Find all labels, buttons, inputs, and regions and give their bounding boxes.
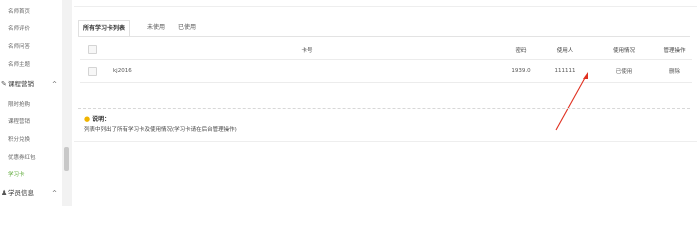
col-password: 密码 <box>503 40 539 60</box>
sidebar-item[interactable]: 名师首页 <box>0 6 62 18</box>
lightbulb-icon: ● <box>84 115 91 123</box>
tab-unused[interactable]: 未使用 <box>147 20 165 36</box>
sidebar-item[interactable]: 优惠券红包 <box>0 152 62 164</box>
divider <box>74 141 697 142</box>
sidebar-item[interactable]: 名师问答 <box>0 41 62 53</box>
scrollbar-thumb[interactable] <box>64 147 69 171</box>
sidebar-item[interactable]: 课程营销 <box>0 116 62 128</box>
col-card-no: 卡号 <box>111 40 503 60</box>
row-checkbox[interactable] <box>88 66 97 76</box>
sidebar: 名师首页 名师评价 名师问答 名师主题 ✎ 课程营销 ^ 限时抢购 课程营销 积… <box>0 0 62 206</box>
card-no-cell: kj2016 <box>111 59 503 83</box>
note-title: ● 说明： <box>84 115 111 123</box>
tab-used[interactable]: 已使用 <box>178 20 196 36</box>
password-cell: 1939.0 <box>503 59 539 83</box>
select-all-checkbox-cell <box>80 40 111 60</box>
sidebar-group-student[interactable]: ♟ 学员信息 ^ <box>0 187 62 200</box>
sidebar-item[interactable]: 限时抢购 <box>0 99 62 111</box>
col-status: 使用情况 <box>591 40 657 60</box>
annotation-arrow <box>555 72 588 131</box>
study-card-table: 卡号 密码 使用人 使用情况 管理操作 kj2016 1939.0 111111… <box>80 40 692 83</box>
sidebar-group-course[interactable]: ✎ 课程营销 ^ <box>0 78 62 91</box>
chevron-up-icon: ^ <box>52 190 58 197</box>
note-text: 列表中列出了所有学习卡及使用情况(学习卡请在后台管理操作) <box>84 127 237 133</box>
select-all-checkbox[interactable] <box>88 45 97 54</box>
sidebar-item[interactable]: 名师主题 <box>0 59 62 71</box>
main-content <box>72 0 697 206</box>
status-cell: 已使用 <box>591 59 657 83</box>
tab-all-cards[interactable]: 所有学习卡列表 <box>78 20 131 37</box>
sidebar-scrollbar[interactable] <box>62 0 72 206</box>
sidebar-item[interactable]: 名师评价 <box>0 23 62 35</box>
table-row: kj2016 1939.0 111111 已使用 删除 <box>80 59 692 83</box>
divider <box>74 6 697 7</box>
chevron-up-icon: ^ <box>52 81 58 88</box>
sidebar-item[interactable]: 积分兑换 <box>0 134 62 146</box>
table-header-row: 卡号 密码 使用人 使用情况 管理操作 <box>80 40 692 60</box>
user-icon: ♟ <box>1 189 8 197</box>
divider <box>78 36 690 37</box>
divider <box>78 108 690 109</box>
row-checkbox-cell <box>80 59 111 83</box>
sidebar-item-study-card[interactable]: 学习卡 <box>0 169 62 181</box>
delete-link[interactable]: 删除 <box>657 59 692 83</box>
col-user: 使用人 <box>539 40 591 60</box>
puzzle-icon: ✎ <box>1 80 7 88</box>
col-action: 管理操作 <box>657 40 692 60</box>
